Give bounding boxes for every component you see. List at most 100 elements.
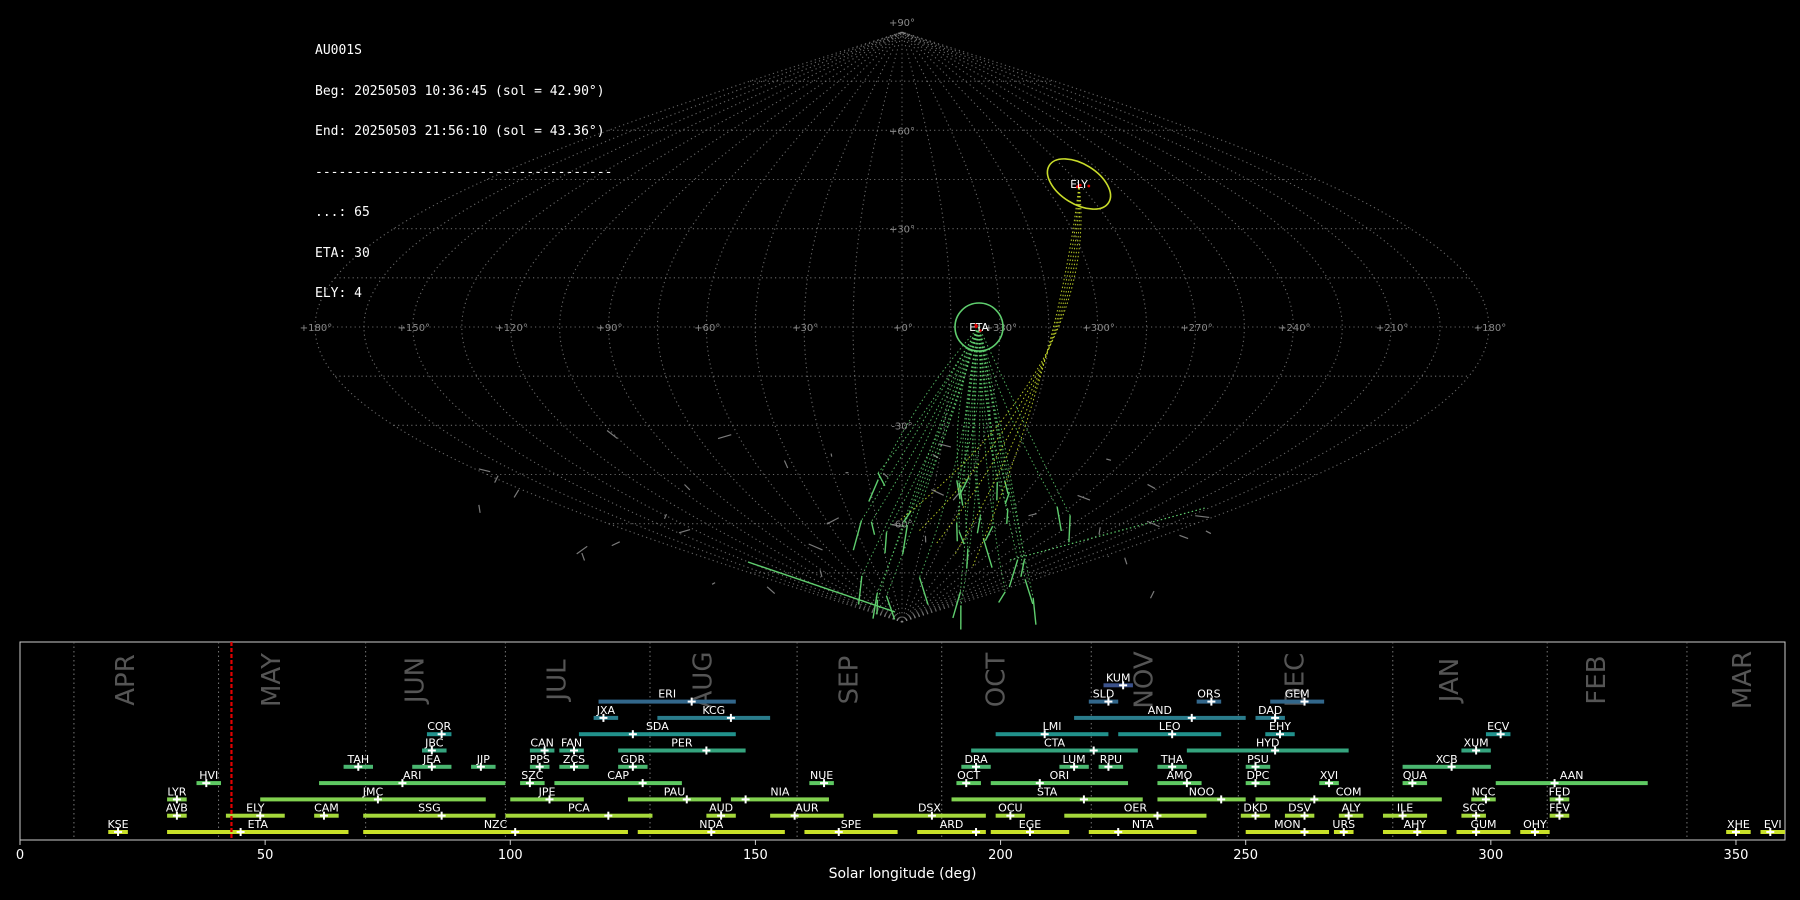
shower-cam: CAM [314,802,339,820]
shower-label: HVI [199,769,218,782]
eta-meteor [1056,506,1063,532]
shower-ncc: NCC [1471,785,1496,804]
shower-can: CAN [529,737,555,755]
month-label: FEB [1582,655,1612,704]
shower-label: ALY [1342,802,1361,815]
sporadic-meteor [1149,590,1155,599]
eta-track-path [978,326,1071,516]
sporadic-meteor [717,434,732,440]
shower-label: PSU [1247,753,1269,766]
shower-cor: COR [426,720,452,739]
sporadic-meteor [684,484,691,491]
shower-dpc: DPC [1245,769,1271,788]
shower-label: AVB [166,802,188,815]
shower-label: HYD [1256,737,1279,750]
shower-tah: TAH [343,753,373,771]
shower-label: TAH [346,753,369,766]
sky-map: +90°+60°+30°-30°-60°-90°+180°+150°+120°+… [300,18,1506,630]
shower-label: JEA [422,753,441,766]
eta-track-path [973,326,984,539]
shower-label: CTA [1044,737,1066,750]
shower-label: LUM [1063,753,1086,766]
shower-label: SCC [1463,802,1486,815]
shower-label: CAP [607,769,629,782]
lon-label: +180° [300,323,332,334]
sporadic-meteor [830,453,833,457]
shower-label: RPU [1100,753,1122,766]
eta-track-path [877,326,980,480]
shower-jxa: JXA [593,704,619,722]
shower-label: NZC [484,818,508,831]
eta-track-path [870,326,980,522]
sporadic-meteor [576,545,588,555]
shower-label: SSG [418,802,441,815]
lon-label: +240° [1278,323,1310,334]
shower-label: DSV [1288,802,1311,815]
sporadic-meteor [513,489,520,498]
month-label: MAY [257,653,287,707]
eta-meteor [955,522,958,542]
sporadic-meteor [1147,483,1156,490]
lat-label: -30° [891,421,912,432]
shower-fed: FED [1549,785,1570,804]
shower-label: JBC [424,737,444,750]
shower-label: DPC [1247,769,1270,782]
shower-label: XVI [1320,769,1338,782]
shower-label: XUM [1464,737,1489,750]
month-label: SEP [834,656,864,705]
ely-track-path [917,183,1081,533]
shower-label: JMC [362,785,384,798]
sporadic-meteor [932,453,939,459]
shower-ecv: ECV [1485,720,1511,739]
shower-label: AMO [1167,769,1193,782]
shower-jbc: JBC [422,737,447,755]
eta-meteor [747,561,896,613]
shower-label: SPE [841,818,862,831]
shower-szc: SZC [520,769,545,788]
lon-label: +60° [694,323,720,334]
eta-meteor [982,538,993,568]
shower-dad: DAD [1255,704,1285,722]
shower-label: SLD [1093,688,1115,701]
shower-label: COR [427,720,451,733]
month-label: NOV [1130,651,1160,708]
sporadic-meteor [1195,515,1210,519]
shower-aly: ALY [1338,802,1364,820]
month-label: MAR [1728,651,1758,709]
shower-label: AUR [795,802,819,815]
eta-radiant-label: ETA [969,322,989,334]
eta-meteor [868,479,879,502]
shower-label: AUD [709,802,733,815]
ely-track-path [953,183,1080,557]
shower-label: PER [671,737,693,750]
shower-label: NTA [1132,818,1154,831]
shower-label: SDA [646,720,669,733]
lon-label: +120° [495,323,527,334]
shower-label: ORS [1197,688,1220,701]
shower-label: JIP [476,753,490,766]
x-tick-label: 250 [1233,848,1258,863]
ely-radiant-label: ELY [1070,179,1088,191]
eta-meteor [952,591,962,619]
lat-label: +30° [889,225,915,236]
x-tick-label: 350 [1724,848,1749,863]
shower-fan: FAN [559,737,584,755]
month-label: JUN [400,657,430,705]
shower-label: ZCS [563,753,585,766]
sporadic-meteor [826,517,840,525]
month-label: JUL [543,659,573,703]
lat-label: +90° [889,18,915,29]
x-tick-label: 100 [498,848,523,863]
shower-label: ERI [658,688,676,701]
sporadic-meteor [931,489,944,496]
shower-label: GDR [621,753,646,766]
sporadic-meteor [611,541,621,547]
eta-meteor [885,595,896,620]
sporadic-meteor [581,552,586,561]
shower-label: ETA [248,818,269,831]
shower-label: SZC [521,769,544,782]
sporadic-meteor [882,472,889,478]
lon-label: +90° [596,323,622,334]
shower-oct: OCT [956,769,981,788]
shower-label: URS [1332,818,1355,831]
